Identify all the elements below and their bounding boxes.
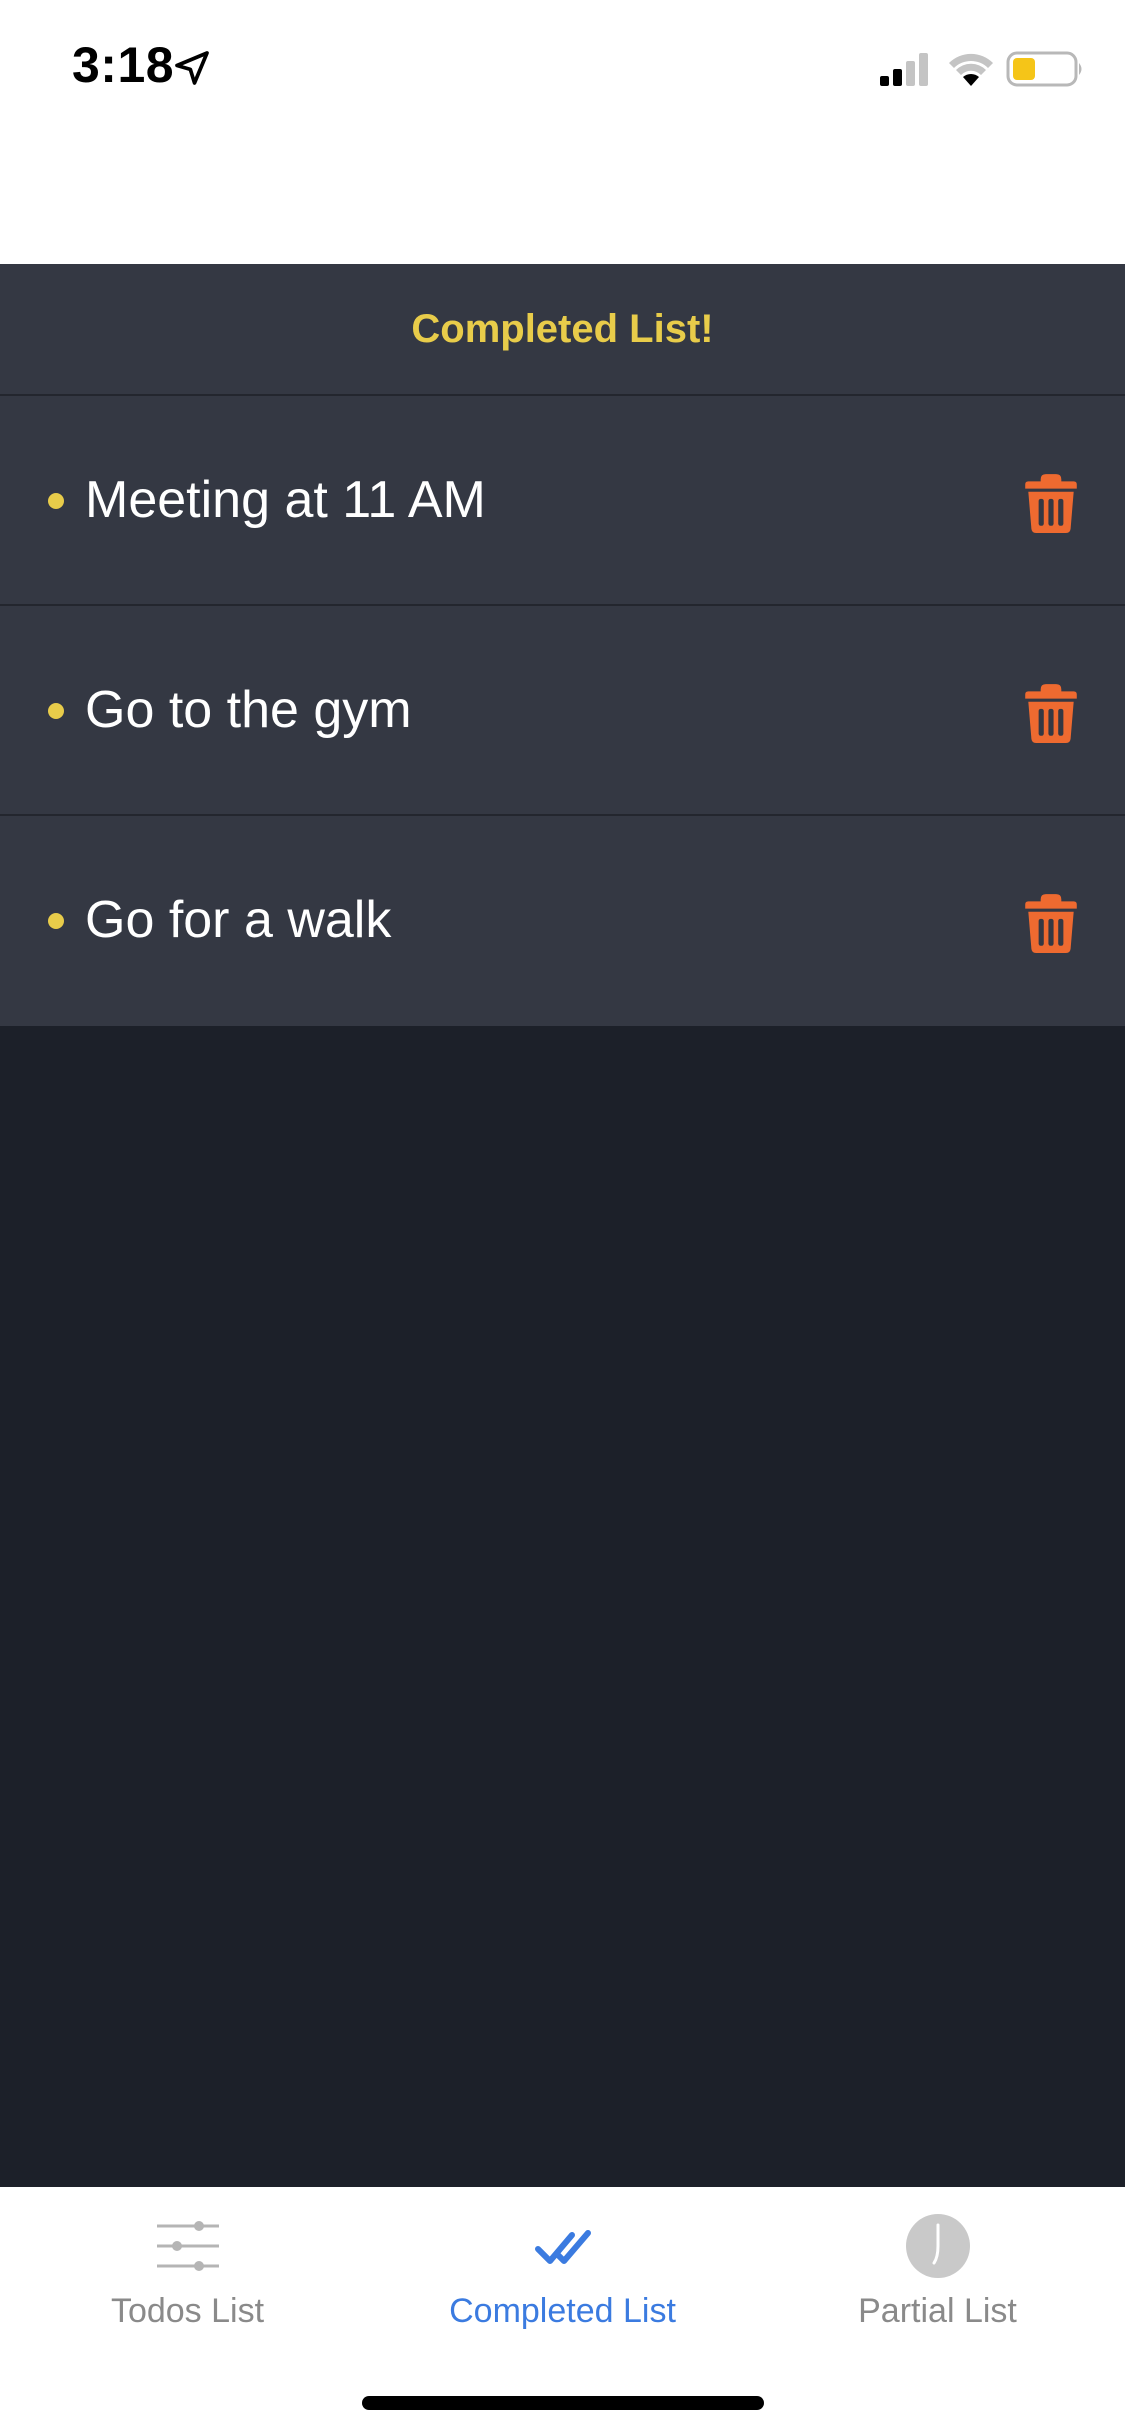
battery-icon (1006, 51, 1082, 87)
page-title: Completed List! (411, 306, 714, 351)
screen-header: Completed List! (0, 264, 1125, 396)
list-item[interactable]: Go to the gym (0, 606, 1125, 816)
status-time: 3:18 (72, 37, 175, 93)
list-item[interactable]: Meeting at 11 AM (0, 396, 1125, 606)
tab-label: Partial List (858, 2292, 1017, 2330)
wifi-icon (949, 53, 993, 86)
tab-label: Completed List (449, 2292, 676, 2330)
list-item-label: Meeting at 11 AM (85, 471, 486, 529)
clock-icon (905, 2214, 970, 2278)
list-item-label: Go for a walk (85, 891, 392, 949)
bullet-dot (48, 913, 64, 929)
tab-partial-list[interactable]: Partial List (750, 2187, 1125, 2377)
location-arrow-icon (175, 51, 209, 85)
completed-list: Meeting at 11 AM Go to the gym Go for a … (0, 396, 1125, 1026)
home-indicator[interactable] (362, 2396, 764, 2410)
sliders-icon (156, 2221, 219, 2271)
list-item[interactable]: Go for a walk (0, 816, 1125, 1026)
tab-todos-list[interactable]: Todos List (0, 2187, 375, 2377)
trash-icon[interactable] (1018, 889, 1084, 955)
tab-completed-list[interactable]: Completed List (375, 2187, 750, 2377)
list-item-label: Go to the gym (85, 681, 412, 739)
tab-label: Todos List (110, 2292, 265, 2330)
cellular-signal-icon (880, 53, 928, 86)
bullet-dot (48, 493, 64, 509)
trash-icon[interactable] (1018, 469, 1084, 535)
trash-icon[interactable] (1018, 679, 1084, 745)
status-bar: 3:18 (0, 0, 1125, 264)
double-check-icon (534, 2230, 591, 2264)
bullet-dot (48, 703, 64, 719)
